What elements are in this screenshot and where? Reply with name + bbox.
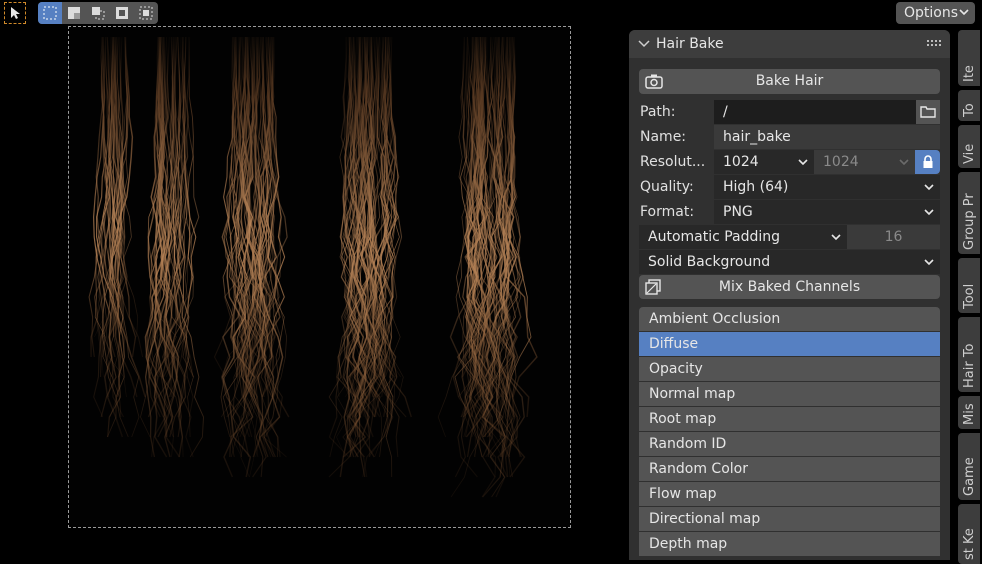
chevron-down-icon <box>924 259 934 266</box>
channel-item[interactable]: Ambient Occlusion <box>639 307 940 331</box>
panel-title: Hair Bake <box>656 36 724 52</box>
bake-hair-label: Bake Hair <box>755 73 824 89</box>
options-label: Options <box>904 5 959 21</box>
format-label: Format: <box>640 204 695 220</box>
extend-selection-icon <box>68 7 80 19</box>
resolution-x-value: 1024 <box>723 154 759 170</box>
mix-channels-icon <box>645 279 661 295</box>
hair-bake-panel: Hair Bake Bake Hair Path: / Name: hair_b… <box>629 30 950 560</box>
quality-dropdown[interactable]: High (64) <box>714 175 940 199</box>
select-tool-icon <box>11 7 20 19</box>
sidebar-tab-label: To <box>962 103 977 117</box>
background-mode-value: Solid Background <box>648 254 771 270</box>
sidebar-tab-label: Vie <box>962 143 977 164</box>
options-dropdown[interactable]: Options <box>896 2 975 24</box>
folder-icon <box>920 106 936 118</box>
sidebar-tab-label: Game <box>962 457 977 496</box>
sidebar-tab-label: st Ke <box>962 528 977 560</box>
quality-label: Quality: <box>640 179 694 195</box>
sidebar-tab[interactable]: Game <box>958 433 980 500</box>
bake-hair-button[interactable]: Bake Hair <box>639 69 940 94</box>
sidebar-tab-strip: Ite To Vie Group Pr Tool Hair To Mis Game st Ke <box>958 30 982 564</box>
intersect-selection-icon <box>139 6 153 20</box>
collapse-arrow-icon <box>638 40 650 48</box>
channel-item[interactable]: Depth map <box>639 532 940 556</box>
padding-value-field[interactable]: 16 <box>847 225 940 249</box>
resolution-y-dropdown[interactable]: 1024 <box>814 150 915 174</box>
name-label: Name: <box>640 129 687 145</box>
new-selection-icon <box>43 6 57 20</box>
sidebar-tab-label: Ite <box>962 65 977 82</box>
sidebar-tab-label: Group Pr <box>962 193 977 250</box>
channel-item[interactable]: Normal map <box>639 382 940 406</box>
channel-item[interactable]: Flow map <box>639 482 940 506</box>
channel-item[interactable]: Random ID <box>639 432 940 456</box>
chevron-down-icon <box>959 9 969 16</box>
sidebar-tab[interactable]: Mis <box>958 396 980 429</box>
format-value: PNG <box>723 204 753 220</box>
channel-item[interactable]: Root map <box>639 407 940 431</box>
sidebar-tab[interactable]: Vie <box>958 125 980 168</box>
drag-grip-icon[interactable] <box>927 40 941 47</box>
selection-mode-group <box>38 2 158 24</box>
invert-selection-button[interactable] <box>110 2 134 24</box>
lock-resolution-toggle[interactable] <box>915 150 940 174</box>
quality-value: High (64) <box>723 179 789 195</box>
intersect-selection-button[interactable] <box>134 2 158 24</box>
mix-baked-channels-button[interactable]: Mix Baked Channels <box>639 275 940 299</box>
padding-mode-dropdown[interactable]: Automatic Padding <box>639 225 847 249</box>
sidebar-tab[interactable]: st Ke <box>958 504 980 564</box>
path-label: Path: <box>640 104 676 120</box>
channel-item[interactable]: Directional map <box>639 507 940 531</box>
background-mode-dropdown[interactable]: Solid Background <box>639 250 940 274</box>
channel-list: Ambient Occlusion Diffuse Opacity Normal ma… <box>639 307 940 557</box>
subtract-selection-button[interactable] <box>86 2 110 24</box>
resolution-x-dropdown[interactable]: 1024 <box>714 150 814 174</box>
sidebar-tab-label: Hair To <box>962 343 977 388</box>
sidebar-tab[interactable]: Group Pr <box>958 172 980 254</box>
path-field[interactable]: / <box>714 100 940 124</box>
chevron-down-icon <box>899 159 909 166</box>
padding-mode-value: Automatic Padding <box>648 229 781 245</box>
mix-baked-channels-label: Mix Baked Channels <box>718 279 861 295</box>
sidebar-tab-label: Mis <box>962 403 977 425</box>
panel-header[interactable]: Hair Bake <box>629 30 950 58</box>
lock-icon <box>923 155 932 168</box>
channel-item[interactable]: Random Color <box>639 457 940 481</box>
baked-hair-image <box>68 26 571 528</box>
chevron-down-icon <box>924 184 934 191</box>
chevron-down-icon <box>831 234 841 241</box>
subtract-selection-icon <box>92 7 105 20</box>
resolution-label: Resolut... <box>640 154 706 170</box>
channel-item[interactable]: Diffuse <box>639 332 940 356</box>
sidebar-tab[interactable]: Hair To <box>958 317 980 392</box>
sidebar-tab[interactable]: Tool <box>958 258 980 313</box>
camera-icon <box>645 74 663 89</box>
browse-folder-button[interactable] <box>916 100 940 124</box>
channel-item[interactable]: Opacity <box>639 357 940 381</box>
resolution-y-value: 1024 <box>823 154 859 170</box>
new-selection-button[interactable] <box>38 2 62 24</box>
chevron-down-icon <box>798 159 808 166</box>
name-value: hair_bake <box>723 129 791 145</box>
sidebar-tab-label: Tool <box>962 283 977 309</box>
hair-texture <box>88 36 538 498</box>
padding-value: 16 <box>884 229 903 245</box>
sidebar-tab[interactable]: To <box>958 90 980 121</box>
path-value: / <box>723 104 728 120</box>
chevron-down-icon <box>924 209 934 216</box>
name-field[interactable]: hair_bake <box>714 125 940 149</box>
invert-selection-icon <box>116 7 128 19</box>
sidebar-tab[interactable]: Ite <box>958 30 980 86</box>
format-dropdown[interactable]: PNG <box>714 200 940 224</box>
select-tool-button[interactable] <box>4 2 26 24</box>
extend-selection-button[interactable] <box>62 2 86 24</box>
